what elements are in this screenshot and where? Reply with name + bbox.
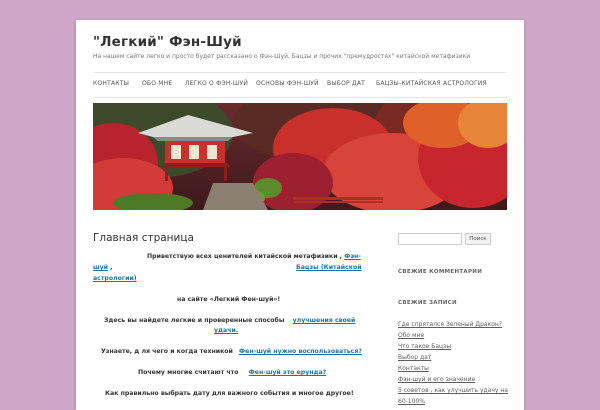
fengshui-nonsense-link[interactable]: Фен-шуй это ерунда? (249, 369, 327, 376)
fengshui-link-cont[interactable]: шуй (93, 264, 108, 271)
search-button[interactable]: Поиск (465, 233, 491, 245)
header-banner-image (93, 103, 507, 210)
improve-luck-link[interactable]: улучшения своей (293, 317, 356, 324)
recent-comments-title: Свежие комментарии (398, 269, 483, 275)
content-line-8: Почему многие считают что Фен-шуй это ер… (138, 369, 326, 376)
methods-text: Здесь вы найдете легкие и проверенные сп… (104, 317, 285, 324)
nav-item-bazi-astrology[interactable]: Бацзы-китайская астрология (376, 80, 487, 87)
content-line-9: Как правильно выбрать дату для важного с… (105, 390, 354, 397)
content-line-6: удачи. (214, 327, 238, 334)
content-line-2: шуй , (93, 264, 112, 271)
bazi-link[interactable]: Бацзы (Китайской (296, 264, 362, 271)
recent-posts-title: Свежие записи (398, 300, 457, 306)
recent-post-item[interactable]: 60-100% (398, 398, 425, 405)
nav-item-about[interactable]: Обо мне (142, 80, 172, 87)
page-container: "Легкий" Фэн-Шуй На нашем сайте легко и … (76, 20, 524, 410)
nav-item-contacts[interactable]: Контакты (93, 80, 129, 87)
separator-text: , (110, 264, 113, 271)
recent-post-item[interactable]: 5 советов , как улучшить удачу на (398, 387, 508, 394)
content-line-7: Узнаете, д ля чего и когда техникой Фен-… (101, 348, 362, 355)
content-line-2b: Бацзы (Китайской (296, 264, 362, 271)
content-line-1: Приветствую всех ценителей китайской мет… (147, 253, 361, 260)
luck-link[interactable]: удачи. (214, 327, 238, 334)
nav-item-date-selection[interactable]: Выбор дат (327, 80, 365, 87)
recent-post-item[interactable]: Выбор дат (398, 354, 431, 361)
greeting-text: Приветствую всех ценителей китайской мет… (147, 253, 343, 260)
nav-item-fengshui-basics[interactable]: Основы Фэн-Шуй (256, 80, 319, 87)
search-input[interactable] (398, 233, 462, 245)
when-to-use-text: Узнаете, д ля чего и когда техникой (101, 348, 233, 355)
pagoda-garden-image (93, 103, 507, 210)
content-line-3: астрологии) (93, 275, 137, 282)
page-title: Главная страница (93, 232, 194, 244)
why-nonsense-text: Почему многие считают что (138, 369, 239, 376)
recent-post-item[interactable]: Что такое Бацзы (398, 343, 451, 350)
main-navigation: Контакты Обо мне Легко о Фэн-Шуй Основы … (93, 72, 507, 98)
astrology-link[interactable]: астрологии) (93, 275, 137, 282)
recent-post-item[interactable]: Обо мне (398, 332, 424, 339)
recent-post-item[interactable]: Где спрятался Зеленый Дракон? (398, 321, 502, 328)
nav-item-easy-fengshui[interactable]: Легко о Фэн-Шуй (185, 80, 248, 87)
content-line-5: Здесь вы найдете легкие и проверенные сп… (104, 317, 355, 324)
recent-post-item[interactable]: Контакты (398, 365, 429, 372)
recent-post-item[interactable]: Фэн-шуй и его значение (398, 376, 475, 383)
site-description: На нашем сайте легко и просто будет расс… (93, 53, 471, 60)
when-fengshui-link[interactable]: Фен-шуй нужно воспользоваться? (239, 348, 362, 355)
fengshui-link[interactable]: Фэн- (344, 253, 361, 260)
content-line-4: на сайте «Легкий Фен-шуй»! (177, 296, 281, 303)
site-title[interactable]: "Легкий" Фэн-Шуй (93, 34, 242, 50)
